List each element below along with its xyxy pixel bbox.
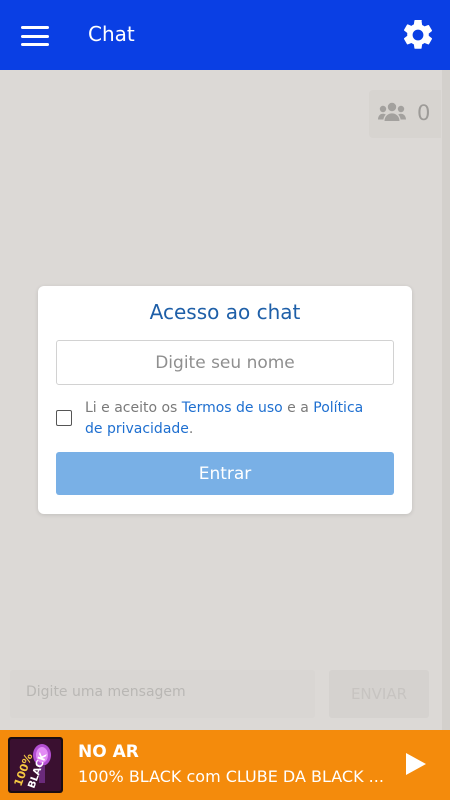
online-users-count: 0 (417, 101, 431, 125)
scrollbar-track (442, 70, 450, 730)
radio-player-bar (0, 730, 450, 800)
send-button[interactable]: ENVIAR (329, 670, 429, 718)
now-playing-title: 100% BLACK com CLUBE DA BLACK ... (78, 767, 384, 786)
name-input[interactable] (56, 340, 394, 385)
album-cover-image: 100% BLACK (8, 737, 63, 793)
terms-of-use-link[interactable]: Termos de uso (182, 400, 283, 416)
agree-terms-label: Li e aceito os Termos de uso e a Polític… (85, 398, 385, 440)
enter-button[interactable]: Entrar (56, 452, 394, 495)
on-air-label: NO AR (78, 742, 139, 762)
chat-login-dialog: Acesso ao chat Li e aceito os Termos de … (38, 286, 412, 514)
users-group-icon (378, 102, 406, 121)
agree-terms-checkbox[interactable] (56, 410, 72, 426)
message-placeholder: Digite uma mensagem (26, 684, 186, 700)
agree-suffix-text: . (188, 421, 194, 437)
agree-prefix-text: Li e aceito os (85, 400, 182, 416)
top-app-bar: Chat (0, 0, 450, 70)
agree-middle-text: e a (282, 400, 314, 416)
hamburger-menu-icon[interactable] (21, 26, 49, 46)
dialog-title: Acesso ao chat (149, 300, 301, 324)
online-users-badge[interactable]: 0 (369, 90, 441, 138)
play-icon[interactable] (402, 751, 428, 777)
page-title: Chat (88, 22, 135, 46)
gear-icon[interactable] (400, 17, 436, 53)
